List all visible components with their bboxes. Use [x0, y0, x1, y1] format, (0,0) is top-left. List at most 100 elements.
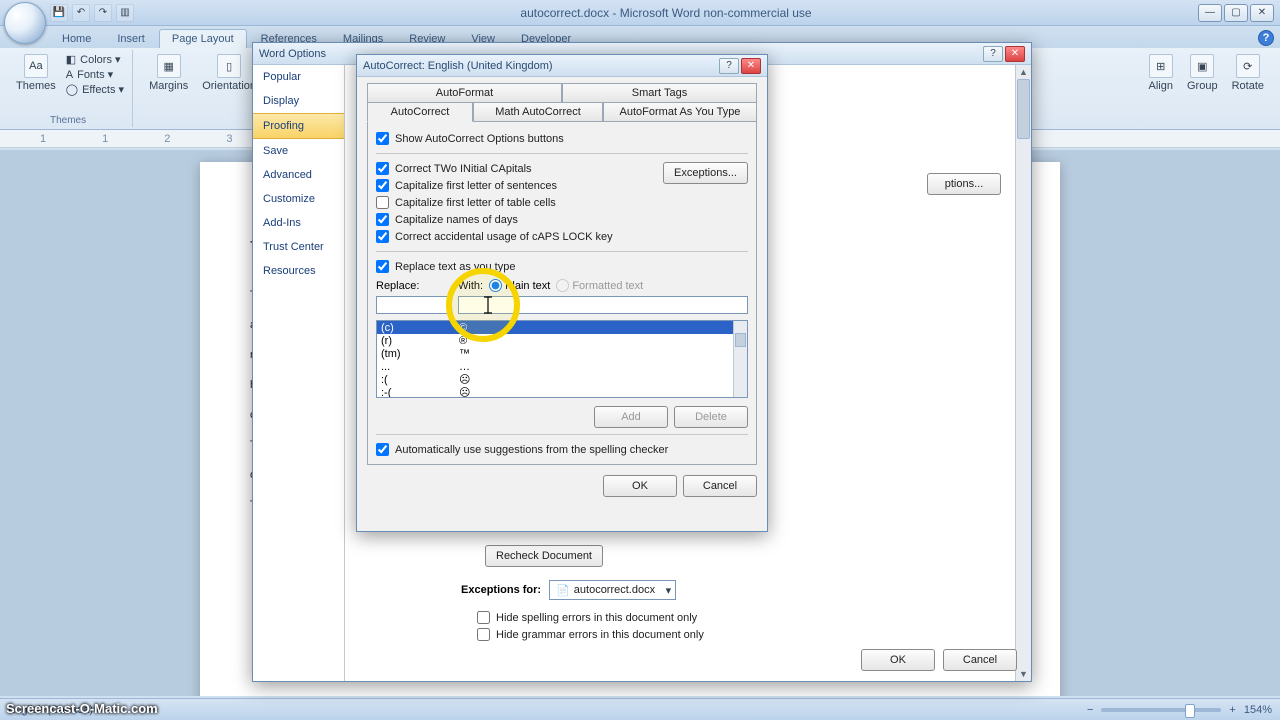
- tab-autoformat[interactable]: AutoFormat: [367, 83, 562, 103]
- list-item[interactable]: ...…: [377, 360, 747, 373]
- list-scrollbar[interactable]: [733, 321, 747, 397]
- add-button[interactable]: Add: [594, 406, 668, 428]
- autocorrect-titlebar: AutoCorrect: English (United Kingdom) ? …: [357, 55, 767, 77]
- autocorrect-title: AutoCorrect: English (United Kingdom): [363, 60, 553, 72]
- tab-smart-tags[interactable]: Smart Tags: [562, 83, 757, 103]
- formatted-text-radio[interactable]: Formatted text: [556, 279, 643, 292]
- cap-table-checkbox[interactable]: Capitalize first letter of table cells: [376, 194, 663, 211]
- statusbar: English (Canada) − + 154%: [0, 698, 1280, 720]
- align-button[interactable]: ⊞Align: [1145, 52, 1177, 94]
- themes-label: Themes: [16, 80, 56, 92]
- help-icon[interactable]: ?: [1258, 30, 1274, 46]
- category-list: Popular Display Proofing Save Advanced C…: [253, 65, 345, 681]
- window-title: autocorrect.docx - Microsoft Word non-co…: [134, 6, 1198, 20]
- cat-customize[interactable]: Customize: [253, 187, 344, 211]
- cat-advanced[interactable]: Advanced: [253, 163, 344, 187]
- cap-sentence-label: Capitalize first letter of sentences: [395, 180, 557, 192]
- delete-button[interactable]: Delete: [674, 406, 748, 428]
- exceptions-button[interactable]: Exceptions...: [663, 162, 748, 184]
- group-themes: AaThemes ◧Colors ▾ AFonts ▾ ◯Effects ▾ T…: [4, 50, 133, 127]
- autocorrect-help-button[interactable]: ?: [719, 58, 739, 74]
- tab-math-autocorrect[interactable]: Math AutoCorrect: [473, 102, 603, 122]
- list-item[interactable]: :-(☹: [377, 386, 747, 398]
- titlebar: 💾 ↶ ↷ ▥ autocorrect.docx - Microsoft Wor…: [0, 0, 1280, 26]
- autocorrect-ok-button[interactable]: OK: [603, 475, 677, 497]
- list-item[interactable]: (r)®: [377, 334, 747, 347]
- autocorrect-list[interactable]: (c)© (r)® (tm)™ ...… :(☹ :-(☹: [376, 320, 748, 398]
- replace-input[interactable]: [376, 296, 452, 314]
- tab-autocorrect[interactable]: AutoCorrect: [367, 102, 473, 122]
- colors-button[interactable]: ◧Colors ▾: [66, 52, 124, 67]
- group-button[interactable]: ▣Group: [1183, 52, 1222, 94]
- word-options-ok-button[interactable]: OK: [861, 649, 935, 671]
- cat-trust-center[interactable]: Trust Center: [253, 235, 344, 259]
- rotate-button[interactable]: ⟳Rotate: [1228, 52, 1268, 94]
- two-initial-label: Correct TWo INitial CApitals: [395, 163, 532, 175]
- list-item[interactable]: :(☹: [377, 373, 747, 386]
- cap-sentence-checkbox[interactable]: Capitalize first letter of sentences: [376, 177, 663, 194]
- themes-button[interactable]: AaThemes: [12, 52, 60, 94]
- auto-suggest-checkbox[interactable]: Automatically use suggestions from the s…: [376, 441, 748, 458]
- zoom-level[interactable]: 154%: [1244, 704, 1272, 716]
- qat-save[interactable]: 💾: [50, 4, 68, 22]
- office-button[interactable]: [4, 2, 46, 44]
- exceptions-for-dropdown[interactable]: 📄autocorrect.docx: [549, 580, 676, 600]
- autocorrect-options-button[interactable]: ptions...: [927, 173, 1001, 195]
- orientation-button[interactable]: ▯Orientation: [198, 52, 260, 94]
- tab-page-layout[interactable]: Page Layout: [159, 29, 247, 48]
- autocorrect-close-button[interactable]: ✕: [741, 58, 761, 74]
- word-options-help-button[interactable]: ?: [983, 46, 1003, 62]
- hide-grammar-checkbox[interactable]: Hide grammar errors in this document onl…: [477, 626, 704, 643]
- cat-popular[interactable]: Popular: [253, 65, 344, 89]
- exceptions-file: autocorrect.docx: [574, 584, 655, 596]
- ruler-mark: 1: [102, 133, 108, 145]
- cat-resources[interactable]: Resources: [253, 259, 344, 283]
- caps-lock-label: Correct accidental usage of cAPS LOCK ke…: [395, 231, 613, 243]
- qat-undo[interactable]: ↶: [72, 4, 90, 22]
- margins-label: Margins: [149, 80, 188, 92]
- margins-button[interactable]: ▦Margins: [145, 52, 192, 94]
- group-label-btn: Group: [1187, 80, 1218, 92]
- effects-button[interactable]: ◯Effects ▾: [66, 82, 124, 97]
- list-item[interactable]: (c)©: [377, 321, 747, 334]
- fonts-button[interactable]: AFonts ▾: [66, 67, 124, 82]
- plain-text-label: Plain text: [505, 280, 550, 292]
- tab-home[interactable]: Home: [50, 30, 103, 48]
- hide-spelling-checkbox[interactable]: Hide spelling errors in this document on…: [477, 609, 704, 626]
- effects-label: Effects ▾: [82, 83, 124, 96]
- zoom-plus[interactable]: +: [1229, 704, 1235, 716]
- minimize-button[interactable]: —: [1198, 4, 1222, 22]
- two-initial-caps-checkbox[interactable]: Correct TWo INitial CApitals: [376, 160, 663, 177]
- zoom-minus[interactable]: −: [1087, 704, 1093, 716]
- recheck-document-button[interactable]: Recheck Document: [485, 545, 603, 567]
- zoom-slider[interactable]: [1101, 708, 1221, 712]
- word-options-close-button[interactable]: ✕: [1005, 46, 1025, 62]
- replace-as-type-checkbox[interactable]: Replace text as you type: [376, 258, 748, 275]
- with-input[interactable]: [458, 296, 748, 314]
- quick-access-toolbar: 💾 ↶ ↷ ▥: [50, 4, 134, 22]
- plain-text-radio[interactable]: Plain text: [489, 279, 550, 292]
- tab-autoformat-as-you-type[interactable]: AutoFormat As You Type: [603, 102, 757, 122]
- qat-new[interactable]: ▥: [116, 4, 134, 22]
- word-options-cancel-button[interactable]: Cancel: [943, 649, 1017, 671]
- autocorrect-tab-panel: Show AutoCorrect Options buttons Correct…: [367, 122, 757, 465]
- options-scrollbar[interactable]: ▲▼: [1015, 65, 1031, 681]
- cat-proofing[interactable]: Proofing: [253, 113, 344, 139]
- close-button[interactable]: ✕: [1250, 4, 1274, 22]
- autocorrect-dialog: AutoCorrect: English (United Kingdom) ? …: [356, 54, 768, 532]
- cap-days-checkbox[interactable]: Capitalize names of days: [376, 211, 663, 228]
- cat-addins[interactable]: Add-Ins: [253, 211, 344, 235]
- ruler-mark: 2: [164, 133, 170, 145]
- fonts-label: Fonts ▾: [77, 68, 113, 81]
- list-item[interactable]: (tm)™: [377, 347, 747, 360]
- caps-lock-checkbox[interactable]: Correct accidental usage of cAPS LOCK ke…: [376, 228, 663, 245]
- show-ac-options-checkbox[interactable]: Show AutoCorrect Options buttons: [376, 130, 748, 147]
- maximize-button[interactable]: ▢: [1224, 4, 1248, 22]
- ruler-mark: 1: [40, 133, 46, 145]
- qat-redo[interactable]: ↷: [94, 4, 112, 22]
- formatted-text-label: Formatted text: [572, 280, 643, 292]
- cat-save[interactable]: Save: [253, 139, 344, 163]
- cat-display[interactable]: Display: [253, 89, 344, 113]
- autocorrect-cancel-button[interactable]: Cancel: [683, 475, 757, 497]
- tab-insert[interactable]: Insert: [105, 30, 157, 48]
